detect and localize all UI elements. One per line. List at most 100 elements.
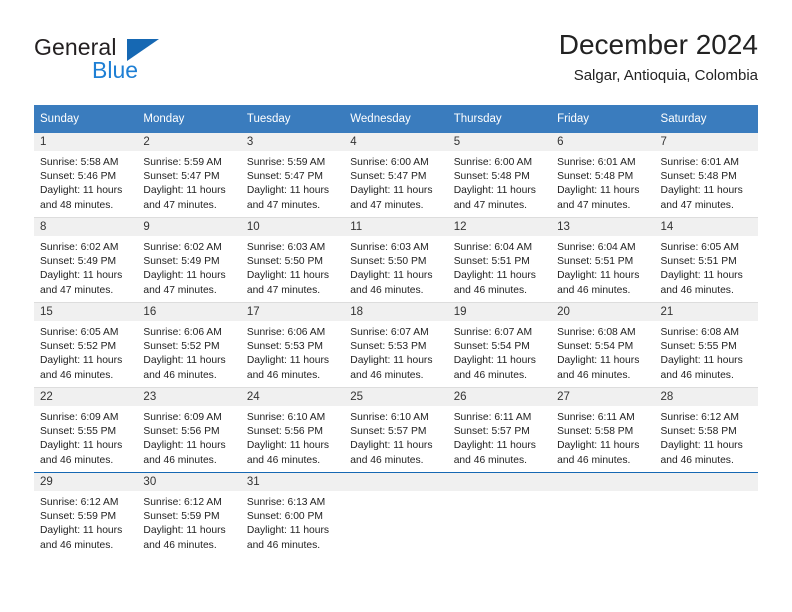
- calendar-day-cell[interactable]: 9 Sunrise: 6:02 AM Sunset: 5:49 PM Daylight…: [137, 217, 241, 303]
- calendar-day-cell[interactable]: 31 Sunrise: 6:13 AM Sunset: 6:00 PM Dayligh…: [240, 472, 345, 557]
- calendar-day-cell[interactable]: 16 Sunrise: 6:06 AM Sunset: 5:52 PM Dayligh…: [137, 302, 241, 388]
- day-number: 7: [654, 133, 758, 151]
- sunset-text: Sunset: 5:51 PM: [557, 256, 634, 268]
- title-block: December 2024 Salgar, Antioquia, Colombi…: [559, 28, 758, 87]
- weekday-header-thursday: Thursday: [447, 105, 552, 133]
- daylight-text-line1: Daylight: 11 hours: [350, 185, 433, 197]
- calendar-day-cell[interactable]: 30 Sunrise: 6:12 AM Sunset: 5:59 PM Dayligh…: [137, 472, 241, 557]
- daylight-text-line2: and 46 minutes.: [453, 369, 527, 381]
- day-details: Sunrise: 6:01 AM Sunset: 5:48 PM Daylight:…: [655, 151, 758, 213]
- calendar-day-cell[interactable]: 15 Sunrise: 6:05 AM Sunset: 5:52 PM Dayligh…: [34, 302, 138, 388]
- weekday-header-saturday: Saturday: [654, 105, 758, 133]
- daylight-text-line1: Daylight: 11 hours: [557, 440, 640, 452]
- daylight-text-line2: and 46 minutes.: [40, 454, 114, 466]
- calendar-day-cell[interactable]: 5 Sunrise: 6:00 AM Sunset: 5:48 PM Daylight…: [447, 133, 552, 218]
- sunrise-text: Sunrise: 5:59 AM: [246, 157, 326, 168]
- day-details: [448, 491, 551, 496]
- day-number: 2: [137, 133, 241, 151]
- calendar-day-cell[interactable]: 20 Sunrise: 6:08 AM Sunset: 5:54 PM Dayligh…: [551, 302, 655, 388]
- calendar-day-cell[interactable]: 1 Sunrise: 5:58 AM Sunset: 5:46 PM Daylight…: [34, 133, 138, 218]
- day-details: Sunrise: 6:02 AM Sunset: 5:49 PM Daylight:…: [137, 236, 240, 298]
- sunrise-text: Sunrise: 5:58 AM: [40, 157, 119, 168]
- daylight-text-line2: and 48 minutes.: [40, 199, 114, 211]
- calendar-day-cell[interactable]: 25 Sunrise: 6:10 AM Sunset: 5:57 PM Dayligh…: [344, 387, 448, 473]
- daylight-text-line2: and 46 minutes.: [557, 369, 631, 381]
- calendar-day-cell[interactable]: 19 Sunrise: 6:07 AM Sunset: 5:54 PM Dayligh…: [447, 302, 552, 388]
- daylight-text-line1: Daylight: 11 hours: [557, 355, 640, 367]
- sunrise-text: Sunrise: 6:10 AM: [350, 412, 429, 423]
- day-details: Sunrise: 6:03 AM Sunset: 5:50 PM Daylight:…: [241, 236, 344, 298]
- sunset-text: Sunset: 5:47 PM: [350, 171, 427, 183]
- sunset-text: Sunset: 5:59 PM: [40, 511, 117, 523]
- daylight-text-line2: and 47 minutes.: [246, 199, 321, 211]
- daylight-text-line1: Daylight: 11 hours: [40, 525, 123, 537]
- sunset-text: Sunset: 5:58 PM: [660, 426, 737, 438]
- sunset-text: Sunset: 5:49 PM: [143, 256, 220, 268]
- daylight-text-line1: Daylight: 11 hours: [246, 270, 330, 282]
- calendar-day-cell-empty: [654, 472, 758, 557]
- calendar-week-row: 29 Sunrise: 6:12 AM Sunset: 5:59 PM Dayligh…: [34, 472, 758, 557]
- calendar-day-cell[interactable]: 4 Sunrise: 6:00 AM Sunset: 5:47 PM Daylight…: [344, 133, 448, 218]
- day-number: 31: [240, 473, 345, 491]
- daylight-text-line2: and 46 minutes.: [143, 454, 217, 466]
- day-number: [344, 473, 448, 491]
- day-details: Sunrise: 6:12 AM Sunset: 5:58 PM Daylight:…: [655, 406, 758, 468]
- calendar-day-cell[interactable]: 17 Sunrise: 6:06 AM Sunset: 5:53 PM Dayligh…: [240, 302, 345, 388]
- sunrise-text: Sunrise: 6:07 AM: [350, 327, 429, 338]
- sunset-text: Sunset: 5:55 PM: [660, 341, 737, 353]
- daylight-text-line2: and 46 minutes.: [246, 539, 321, 551]
- calendar-day-cell[interactable]: 3 Sunrise: 5:59 AM Sunset: 5:47 PM Daylight…: [240, 133, 345, 218]
- calendar-day-cell[interactable]: 2 Sunrise: 5:59 AM Sunset: 5:47 PM Daylight…: [137, 133, 241, 218]
- day-number: 1: [34, 133, 138, 151]
- day-details: Sunrise: 6:05 AM Sunset: 5:51 PM Daylight:…: [655, 236, 758, 298]
- sunrise-text: Sunrise: 6:01 AM: [660, 157, 739, 168]
- daylight-text-line2: and 46 minutes.: [557, 454, 631, 466]
- calendar-day-cell[interactable]: 13 Sunrise: 6:04 AM Sunset: 5:51 PM Dayligh…: [551, 217, 655, 303]
- sunset-text: Sunset: 5:52 PM: [40, 341, 117, 353]
- calendar-day-cell[interactable]: 6 Sunrise: 6:01 AM Sunset: 5:48 PM Daylight…: [551, 133, 655, 218]
- daylight-text-line2: and 46 minutes.: [143, 539, 217, 551]
- daylight-text-line2: and 46 minutes.: [453, 284, 527, 296]
- calendar-day-cell[interactable]: 26 Sunrise: 6:11 AM Sunset: 5:57 PM Dayligh…: [447, 387, 552, 473]
- day-number: 12: [447, 218, 552, 236]
- calendar-day-cell[interactable]: 24 Sunrise: 6:10 AM Sunset: 5:56 PM Dayligh…: [240, 387, 345, 473]
- day-details: Sunrise: 5:59 AM Sunset: 5:47 PM Daylight:…: [137, 151, 240, 213]
- daylight-text-line2: and 46 minutes.: [660, 369, 734, 381]
- day-details: Sunrise: 6:05 AM Sunset: 5:52 PM Daylight:…: [34, 321, 137, 383]
- day-number: 29: [34, 473, 138, 491]
- day-number: 18: [344, 303, 448, 321]
- day-details: Sunrise: 6:10 AM Sunset: 5:57 PM Daylight:…: [344, 406, 447, 468]
- calendar-day-cell[interactable]: 12 Sunrise: 6:04 AM Sunset: 5:51 PM Dayligh…: [447, 217, 552, 303]
- calendar-page: General Blue December 2024 Salgar, Antio…: [0, 0, 792, 612]
- calendar-day-cell[interactable]: 29 Sunrise: 6:12 AM Sunset: 5:59 PM Dayligh…: [34, 472, 138, 557]
- day-number: 6: [551, 133, 655, 151]
- generalblue-logo[interactable]: General Blue: [34, 34, 234, 92]
- calendar-day-cell[interactable]: 14 Sunrise: 6:05 AM Sunset: 5:51 PM Dayligh…: [654, 217, 758, 303]
- calendar-day-cell[interactable]: 18 Sunrise: 6:07 AM Sunset: 5:53 PM Dayligh…: [344, 302, 448, 388]
- day-number: 25: [344, 388, 448, 406]
- sunrise-text: Sunrise: 6:08 AM: [660, 327, 739, 338]
- page-header: General Blue December 2024 Salgar, Antio…: [34, 28, 758, 100]
- calendar-day-cell[interactable]: 8 Sunrise: 6:02 AM Sunset: 5:49 PM Daylight…: [34, 217, 138, 303]
- calendar-day-cell[interactable]: 11 Sunrise: 6:03 AM Sunset: 5:50 PM Dayligh…: [344, 217, 448, 303]
- day-details: Sunrise: 6:06 AM Sunset: 5:53 PM Daylight:…: [241, 321, 344, 383]
- daylight-text-line1: Daylight: 11 hours: [557, 270, 640, 282]
- calendar-day-cell[interactable]: 22 Sunrise: 6:09 AM Sunset: 5:55 PM Dayligh…: [34, 387, 138, 473]
- daylight-text-line1: Daylight: 11 hours: [40, 440, 123, 452]
- calendar-day-cell[interactable]: 21 Sunrise: 6:08 AM Sunset: 5:55 PM Dayligh…: [654, 302, 758, 388]
- daylight-text-line1: Daylight: 11 hours: [350, 355, 433, 367]
- sunset-text: Sunset: 6:00 PM: [246, 511, 323, 523]
- daylight-text-line2: and 46 minutes.: [246, 454, 321, 466]
- day-number: 23: [137, 388, 241, 406]
- calendar-day-cell[interactable]: 7 Sunrise: 6:01 AM Sunset: 5:48 PM Daylight…: [654, 133, 758, 218]
- calendar-day-cell[interactable]: 27 Sunrise: 6:11 AM Sunset: 5:58 PM Dayligh…: [551, 387, 655, 473]
- weekday-header-tuesday: Tuesday: [240, 105, 345, 133]
- weekday-header-monday: Monday: [137, 105, 241, 133]
- calendar-day-cell[interactable]: 28 Sunrise: 6:12 AM Sunset: 5:58 PM Dayligh…: [654, 387, 758, 473]
- calendar-day-cell[interactable]: 10 Sunrise: 6:03 AM Sunset: 5:50 PM Dayligh…: [240, 217, 345, 303]
- calendar-header-row: Sunday Monday Tuesday Wednesday Thursday…: [34, 105, 758, 133]
- calendar-day-cell[interactable]: 23 Sunrise: 6:09 AM Sunset: 5:56 PM Dayligh…: [137, 387, 241, 473]
- daylight-text-line1: Daylight: 11 hours: [246, 355, 330, 367]
- daylight-text-line1: Daylight: 11 hours: [660, 185, 743, 197]
- daylight-text-line2: and 46 minutes.: [350, 284, 424, 296]
